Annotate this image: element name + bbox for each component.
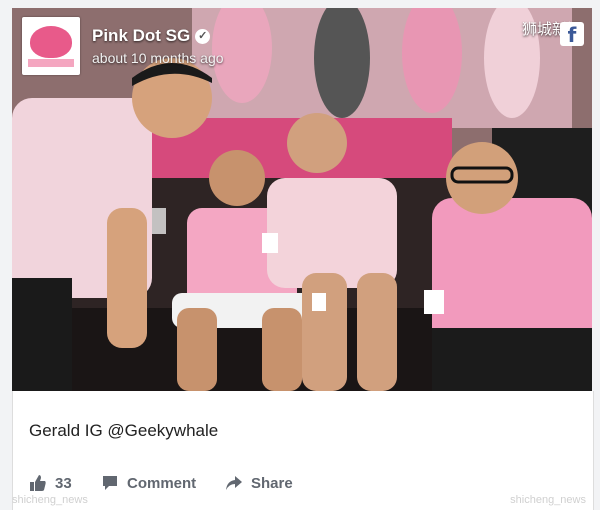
share-label: Share xyxy=(251,474,293,492)
comment-label: Comment xyxy=(127,474,197,492)
watermark-bottom-left: shicheng_news xyxy=(12,494,88,506)
share-button[interactable]: Share xyxy=(225,474,293,492)
like-button[interactable]: 33 xyxy=(29,474,72,492)
comment-button[interactable]: Comment xyxy=(101,474,196,492)
facebook-logo-icon: f xyxy=(560,22,584,47)
post-actions-bar: 33 Comment Share xyxy=(12,459,594,510)
share-icon xyxy=(226,476,242,490)
like-count: 33 xyxy=(55,474,72,492)
page-avatar[interactable] xyxy=(22,17,80,75)
verified-check-icon: ✓ xyxy=(195,28,211,44)
thumbs-up-icon xyxy=(30,475,46,491)
post-timestamp[interactable]: about 10 months ago xyxy=(92,50,224,66)
comment-icon xyxy=(103,476,117,490)
facebook-post-card: Pink Dot SG ✓ about 10 months ago 狮城新闻 f… xyxy=(0,0,600,510)
post-caption-area: Gerald IG @Geekywhale xyxy=(12,391,594,459)
post-caption: Gerald IG @Geekywhale xyxy=(29,421,219,440)
watermark-bottom-right: shicheng_news xyxy=(510,494,586,506)
page-name[interactable]: Pink Dot SG xyxy=(92,26,190,46)
post-header: Pink Dot SG ✓ about 10 months ago xyxy=(22,14,224,78)
post-photo[interactable]: Pink Dot SG ✓ about 10 months ago 狮城新闻 f xyxy=(12,8,592,391)
pink-dot-logo xyxy=(30,26,72,58)
